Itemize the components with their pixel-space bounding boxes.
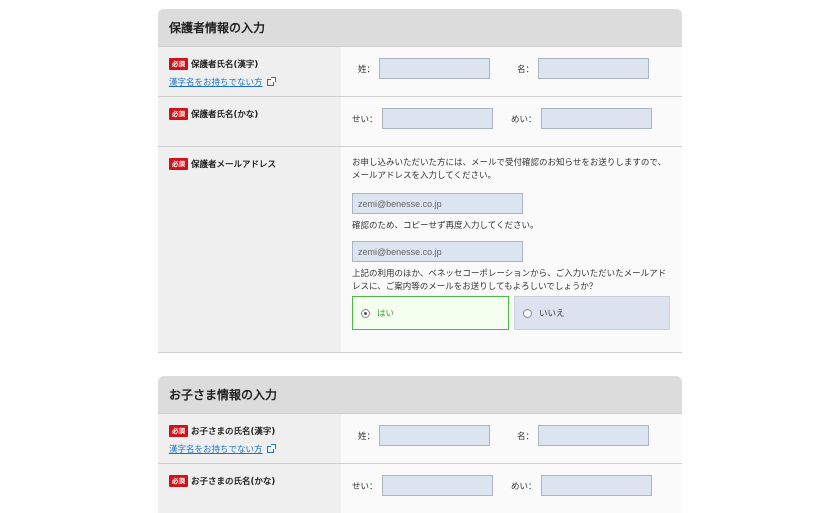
child-kanji-name-label: お子さまの氏名(漢字) <box>191 427 276 437</box>
guardian-first-name-label: 名： <box>517 64 535 75</box>
child-section: お子さま情報の入力 必須 お子さまの氏名(漢字) 漢字名をお持ちでない方 姓： 名… <box>158 376 682 513</box>
guardian-kana-name-label: 保護者氏名(かな) <box>191 110 259 120</box>
guardian-last-name-input[interactable] <box>379 58 491 79</box>
guardian-first-kana-input[interactable] <box>540 108 652 129</box>
no-kanji-name-link[interactable]: 漢字名をお持ちでない方 <box>169 76 341 88</box>
radio-unchecked-icon <box>523 308 532 318</box>
guardian-kanji-name-row: 必須 保護者氏名(漢字) 漢字名をお持ちでない方 姓： 名： <box>158 46 682 96</box>
required-badge: 必須 <box>169 475 188 487</box>
consent-no-label: いいえ <box>539 309 565 319</box>
guardian-email-label: 保護者メールアドレス <box>191 160 277 170</box>
child-last-kana-input[interactable] <box>381 475 493 496</box>
required-badge: 必須 <box>169 108 188 120</box>
email-consent-question: 上記の利用のほか、ベネッセコーポレーションから、ご入力いただいたメールアドレスに… <box>352 269 667 292</box>
required-badge: 必須 <box>169 158 188 170</box>
consent-yes-label: はい <box>377 309 395 319</box>
guardian-last-kana-input[interactable] <box>381 108 493 129</box>
child-first-name-label: 名： <box>517 431 535 442</box>
required-badge: 必須 <box>169 58 188 70</box>
guardian-last-kana-label: せい： <box>352 114 378 125</box>
guardian-section: 保護者情報の入力 必須 保護者氏名(漢字) 漢字名をお持ちでない方 姓： 名： 必… <box>158 9 682 353</box>
guardian-first-name-input[interactable] <box>538 58 650 79</box>
child-last-name-input[interactable] <box>379 425 491 446</box>
child-first-kana-input[interactable] <box>540 475 652 496</box>
child-kana-name-label: お子さまの氏名(かな) <box>191 477 276 487</box>
guardian-section-title: 保護者情報の入力 <box>158 9 682 46</box>
required-badge: 必須 <box>169 425 188 437</box>
guardian-first-kana-label: めい： <box>511 114 537 125</box>
guardian-last-name-label: 姓： <box>358 64 376 75</box>
child-first-name-input[interactable] <box>538 425 650 446</box>
email-instruction-text: お申し込みいただいた方には、メールで受付確認のお知らせをお送りしますので、メール… <box>352 158 666 181</box>
external-link-icon <box>266 444 276 453</box>
email-input[interactable]: zemi@benesse.co.jp <box>352 193 523 214</box>
child-no-kanji-name-link[interactable]: 漢字名をお持ちでない方 <box>169 443 341 455</box>
external-link-icon <box>266 77 276 86</box>
email-confirm-instruction: 確認のため、コピーせず再度入力してください。 <box>352 221 539 231</box>
child-last-kana-label: せい： <box>352 481 378 492</box>
email-confirm-input[interactable]: zemi@benesse.co.jp <box>352 241 523 262</box>
guardian-kanji-name-label: 保護者氏名(漢字) <box>191 60 259 70</box>
consent-yes-option[interactable]: はい <box>352 296 509 330</box>
child-first-kana-label: めい： <box>511 481 537 492</box>
consent-no-option[interactable]: いいえ <box>514 296 670 330</box>
child-kanji-name-row: 必須 お子さまの氏名(漢字) 漢字名をお持ちでない方 姓： 名： <box>158 413 682 463</box>
child-section-title: お子さま情報の入力 <box>158 376 682 413</box>
radio-checked-icon <box>361 308 370 318</box>
child-kana-name-row: 必須 お子さまの氏名(かな) せい： めい： <box>158 463 682 513</box>
guardian-kana-name-row: 必須 保護者氏名(かな) せい： めい： <box>158 96 682 146</box>
child-last-name-label: 姓： <box>358 431 376 442</box>
guardian-email-row: 必須 保護者メールアドレス お申し込みいただいた方には、メールで受付確認のお知らせ… <box>158 146 682 353</box>
